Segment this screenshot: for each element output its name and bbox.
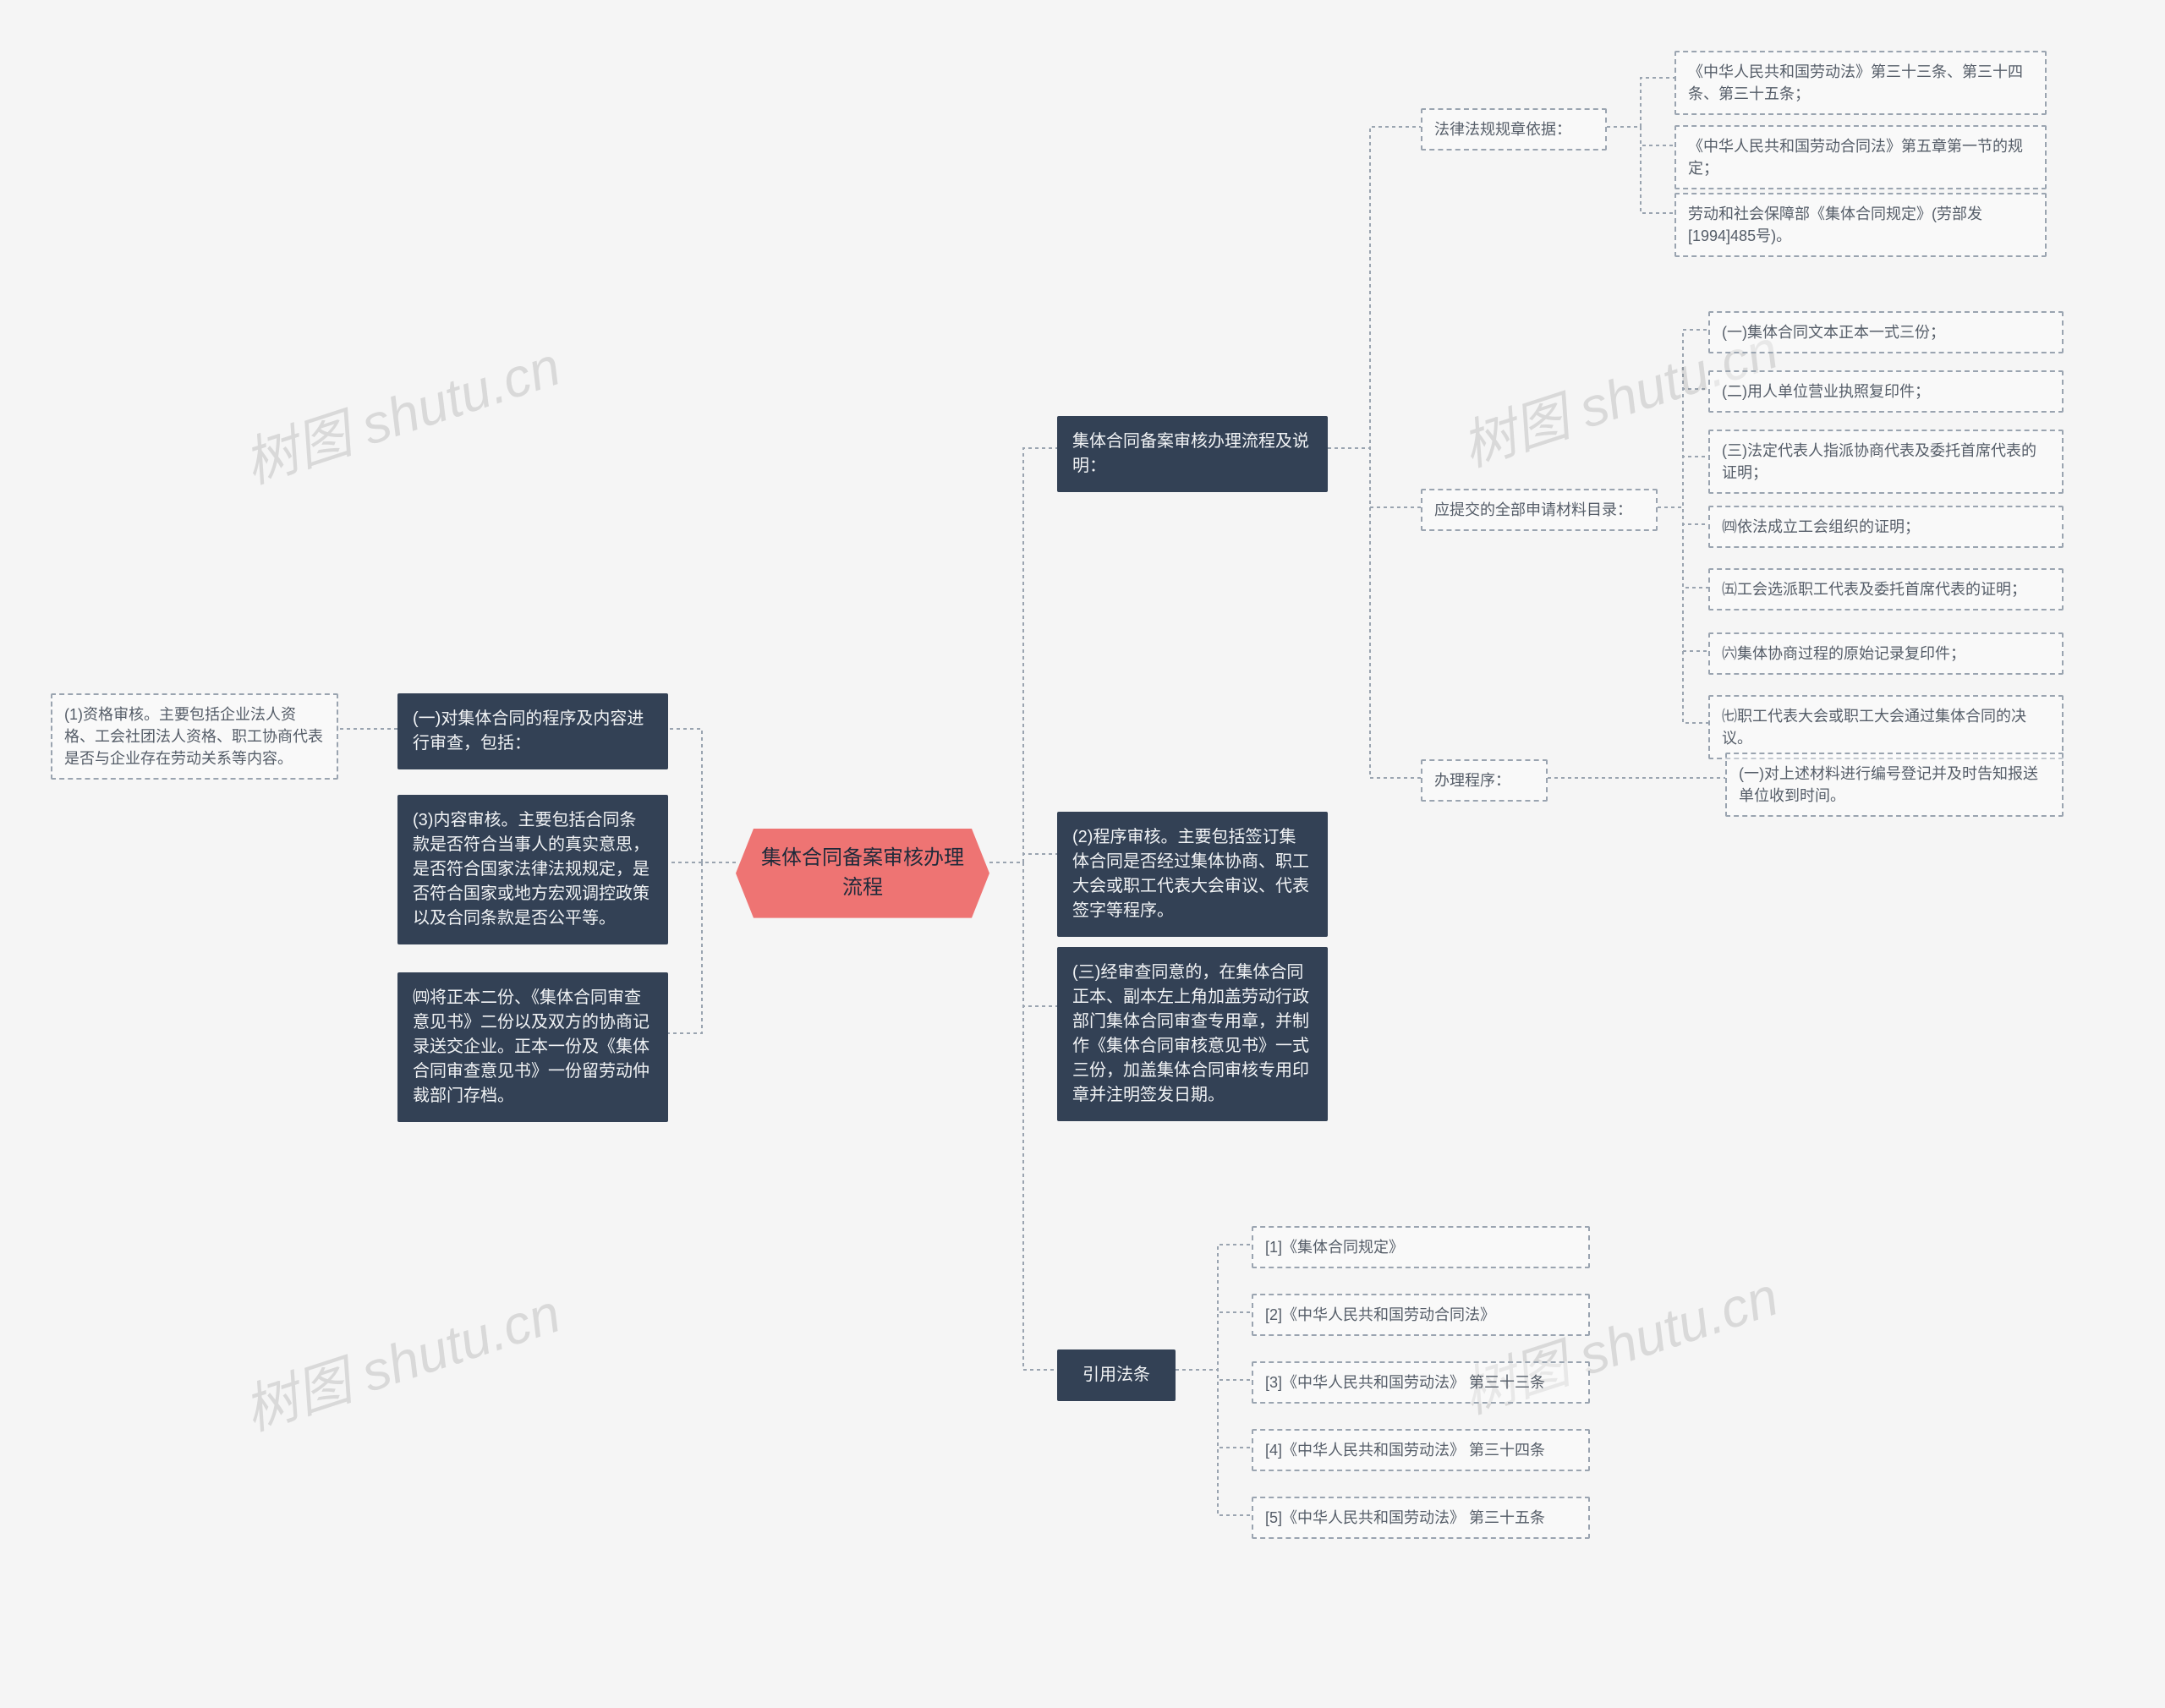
right-branch-citations[interactable]: 引用法条 xyxy=(1057,1349,1176,1401)
material-item[interactable]: (一)集体合同文本正本一式三份； xyxy=(1708,311,2064,353)
citation-item[interactable]: [1]《集体合同规定》 xyxy=(1252,1226,1590,1268)
citation-item[interactable]: [5]《中华人民共和国劳动法》 第三十五条 xyxy=(1252,1497,1590,1539)
material-item[interactable]: (二)用人单位营业执照复印件； xyxy=(1708,370,2064,413)
law-item[interactable]: 《中华人民共和国劳动法》第三十三条、第三十四条、第三十五条； xyxy=(1674,51,2047,115)
right-branch-process-desc[interactable]: 集体合同备案审核办理流程及说明： xyxy=(1057,416,1328,492)
procedure-label[interactable]: 办理程序： xyxy=(1421,759,1548,802)
watermark: 树图 shutu.cn xyxy=(233,323,568,498)
left-branch-3[interactable]: ㈣将正本二份、《集体合同审查意见书》二份以及双方的协商记录送交企业。正本一份及《… xyxy=(397,972,668,1122)
materials-label[interactable]: 应提交的全部申请材料目录： xyxy=(1421,489,1658,531)
right-branch-procedure-review[interactable]: (2)程序审核。主要包括签订集体合同是否经过集体协商、职工大会或职工代表大会审议… xyxy=(1057,812,1328,937)
material-item[interactable]: ㈣依法成立工会组织的证明； xyxy=(1708,506,2064,548)
citation-item[interactable]: [3]《中华人民共和国劳动法》 第三十三条 xyxy=(1252,1361,1590,1404)
material-item[interactable]: ㈥集体协商过程的原始记录复印件； xyxy=(1708,632,2064,675)
law-item[interactable]: 《中华人民共和国劳动合同法》第五章第一节的规定； xyxy=(1674,125,2047,189)
citation-item[interactable]: [4]《中华人民共和国劳动法》 第三十四条 xyxy=(1252,1429,1590,1471)
material-item[interactable]: ㈦职工代表大会或职工大会通过集体合同的决议。 xyxy=(1708,695,2064,759)
left-branch-2[interactable]: (3)内容审核。主要包括合同条款是否符合当事人的真实意思，是否符合国家法律法规规… xyxy=(397,795,668,944)
watermark: 树图 shutu.cn xyxy=(233,1270,568,1445)
root-node[interactable]: 集体合同备案审核办理流程 xyxy=(736,829,989,918)
law-basis-label[interactable]: 法律法规规章依据： xyxy=(1421,108,1607,151)
law-item[interactable]: 劳动和社会保障部《集体合同规定》(劳部发[1994]485号)。 xyxy=(1674,193,2047,257)
left-branch-1-leaf[interactable]: (1)资格审核。主要包括企业法人资格、工会社团法人资格、职工协商代表是否与企业存… xyxy=(51,693,338,780)
material-item[interactable]: ㈤工会选派职工代表及委托首席代表的证明； xyxy=(1708,568,2064,610)
right-branch-approval[interactable]: (三)经审查同意的，在集体合同正本、副本左上角加盖劳动行政部门集体合同审查专用章… xyxy=(1057,947,1328,1121)
citation-item[interactable]: [2]《中华人民共和国劳动合同法》 xyxy=(1252,1294,1590,1336)
procedure-item[interactable]: (一)对上述材料进行编号登记并及时告知报送单位收到时间。 xyxy=(1725,753,2064,817)
left-branch-1[interactable]: (一)对集体合同的程序及内容进行审查，包括： xyxy=(397,693,668,769)
material-item[interactable]: (三)法定代表人指派协商代表及委托首席代表的证明； xyxy=(1708,430,2064,494)
